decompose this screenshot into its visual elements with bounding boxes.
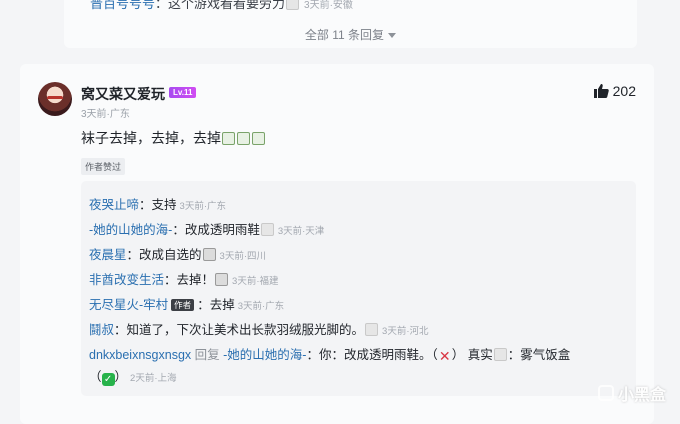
list-item: 夜哭止啼：支持 3天前·广东	[89, 194, 226, 213]
cross-icon: ✕	[438, 348, 451, 364]
watermark: 小黑盒	[597, 381, 666, 405]
logo-icon	[597, 385, 614, 401]
reply-time: 3天前·安徽	[304, 0, 353, 11]
emoji-icon	[237, 132, 250, 145]
reply-text: ：去掉！	[164, 273, 215, 287]
watermark-text: 小黑盒	[617, 387, 666, 404]
avatar[interactable]	[38, 82, 72, 116]
reply-time: 3天前·四川	[219, 251, 266, 262]
author-liked-badge: 作者赞过	[81, 158, 126, 175]
reply-text-d: （	[89, 370, 102, 384]
comment-meta: 3天前·广东	[81, 109, 130, 120]
comment-body: 袜子去掉，去掉，去掉	[81, 130, 221, 146]
comment-username[interactable]: 窝又菜又爱玩	[81, 84, 165, 104]
emoji-icon	[202, 248, 216, 261]
list-item-continuation: （✓） 2天前·上海	[89, 366, 176, 386]
emoji-icon	[365, 323, 379, 336]
list-item: -她的山她的海-：改成透明雨鞋 3天前·天津	[89, 219, 324, 238]
reply-text-b: ） 真实	[451, 348, 493, 362]
check-icon: ✓	[101, 373, 115, 386]
reply-time: 3天前·广东	[179, 201, 226, 212]
reply-time: 3天前·广东	[237, 301, 285, 312]
reply-text: ：改成透明雨鞋	[172, 223, 260, 237]
reply-text: ：你：改成透明雨鞋。（	[306, 348, 438, 362]
reply-time: 3天前·河北	[382, 326, 429, 337]
emoji-icon	[260, 223, 274, 236]
reply-username[interactable]: dnkxbeixnsgxnsgx	[89, 348, 191, 362]
reply-username[interactable]: -她的山她的海-	[89, 223, 172, 237]
reply-text: ：支持	[139, 198, 177, 212]
reply-username[interactable]: 非酋改变生活	[89, 273, 164, 287]
reply-text: ：这个游戏看看要劳力	[155, 0, 286, 11]
reply-target[interactable]: -她的山她的海-	[223, 348, 306, 362]
thumbs-up-icon	[593, 84, 609, 98]
emoji-icon	[222, 132, 235, 145]
previous-reply: 晋百号号号：这个游戏看看要劳力 3天前·安徽	[90, 0, 353, 12]
reply-username[interactable]: 晋百号号号	[90, 0, 155, 11]
list-item: dnkxbeixnsgxnsgx 回复 -她的山她的海-：你：改成透明雨鞋。（✕…	[89, 344, 570, 363]
like-count: 202	[612, 83, 636, 99]
emoji-icon	[252, 132, 265, 145]
reply-time: 3天前·天津	[277, 226, 325, 237]
reply-text-e: ）	[114, 370, 128, 384]
replies-list: 夜哭止啼：支持 3天前·广东 -她的山她的海-：改成透明雨鞋 3天前·天津 夜晨星：…	[81, 181, 636, 396]
comment-text: 袜子去掉，去掉，去掉	[81, 128, 266, 148]
author-tag: 作者	[171, 299, 195, 311]
reply-time: 2天前·上海	[130, 373, 177, 384]
reply-text: ：知道了，下次让美术出长款羽绒服光脚的。	[114, 323, 365, 337]
reply-time: 3天前·福建	[232, 276, 279, 287]
list-item: 无尽星火-牢村 作者 ：去掉 3天前·广东	[89, 294, 284, 313]
show-all-label: 全部 11 条回复	[304, 28, 385, 42]
comment-card: 窝又菜又爱玩 Lv.11 3天前·广东 202 袜子去掉，去掉，去掉 作者赞过 …	[20, 64, 654, 424]
reply-text: ：去掉	[197, 298, 235, 312]
chevron-down-icon	[388, 33, 397, 38]
show-all-replies-button[interactable]: 全部 11 条回复	[64, 26, 637, 43]
emoji-icon	[493, 348, 507, 361]
list-item: 非酋改变生活：去掉！ 3天前·福建	[89, 269, 278, 288]
reply-text: ：改成自选的	[126, 248, 202, 262]
reply-username[interactable]: 无尽星火-牢村	[89, 298, 168, 312]
reply-text-c: ：雾气饭盒	[507, 348, 571, 362]
list-item: 鬪叔：知道了，下次让美术出长款羽绒服光脚的。 3天前·河北	[89, 319, 428, 338]
previous-thread-card: 晋百号号号：这个游戏看看要劳力 3天前·安徽 全部 11 条回复	[64, 0, 637, 48]
reply-username[interactable]: 夜哭止啼	[89, 198, 139, 212]
reply-word: 回复	[194, 348, 220, 362]
list-item: 夜晨星：改成自选的 3天前·四川	[89, 244, 266, 263]
reply-username[interactable]: 鬪叔	[89, 323, 114, 337]
emoji-icon	[286, 0, 300, 10]
like-button[interactable]: 202	[593, 83, 636, 99]
emoji-icon	[215, 273, 229, 286]
reply-username[interactable]: 夜晨星	[89, 248, 127, 262]
level-badge: Lv.11	[169, 87, 197, 98]
